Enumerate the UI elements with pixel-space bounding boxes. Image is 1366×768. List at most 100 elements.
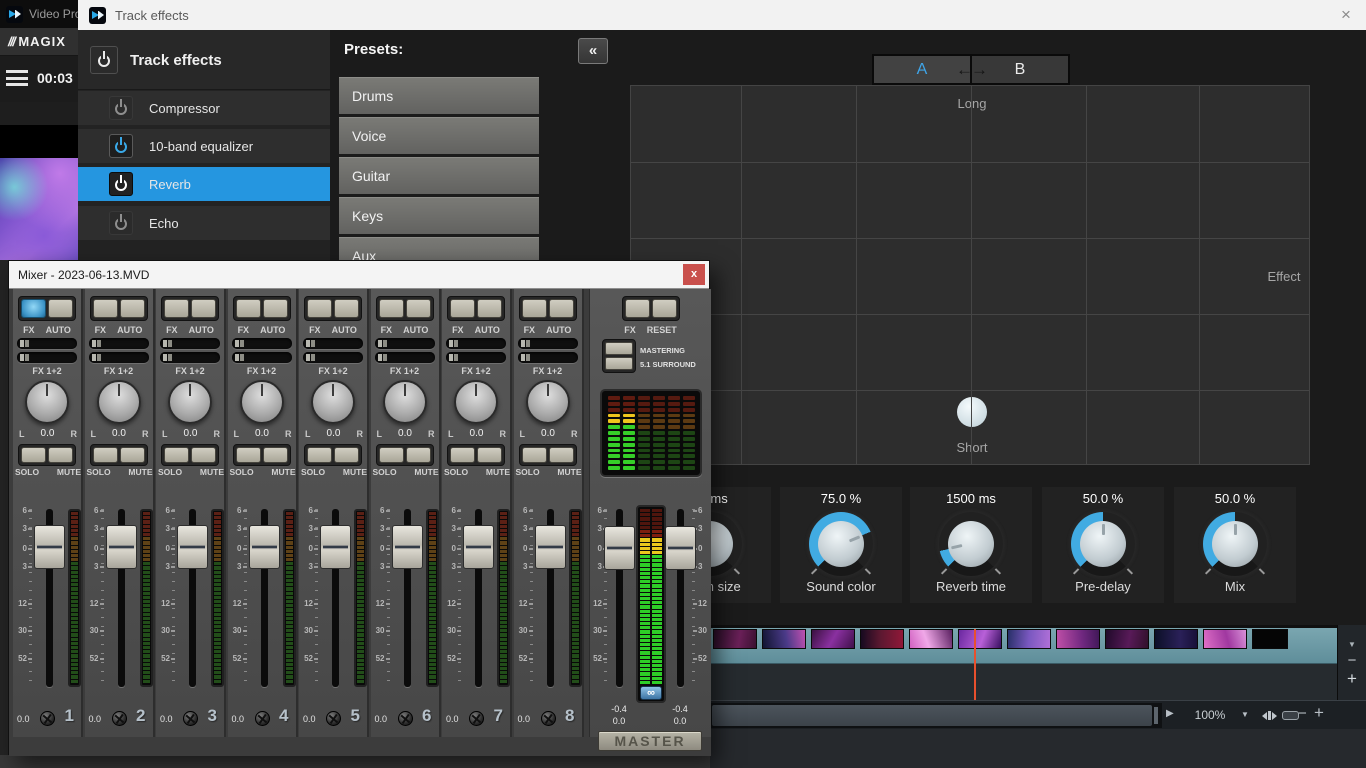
pan-knob[interactable]: [383, 380, 427, 424]
mute-button[interactable]: [120, 447, 145, 463]
master-label-button[interactable]: MASTER: [598, 731, 702, 751]
pan-knob[interactable]: [168, 380, 212, 424]
mute-button[interactable]: [477, 447, 502, 463]
knob-pre-delay[interactable]: [1066, 507, 1140, 581]
fx-send-slider-1[interactable]: [17, 338, 77, 349]
track-collapse-icon[interactable]: ▼: [1348, 640, 1356, 649]
solo-button[interactable]: [21, 447, 46, 463]
volume-fader[interactable]: [535, 525, 566, 569]
power-icon[interactable]: [109, 172, 133, 196]
auto-button[interactable]: [191, 299, 216, 318]
pan-knob[interactable]: [25, 380, 69, 424]
knob-reverb-time[interactable]: [934, 507, 1008, 581]
mixer-titlebar[interactable]: Mixer - 2023-06-13.MVD x: [9, 261, 709, 289]
effect-item-reverb[interactable]: Reverb: [78, 167, 330, 201]
zoom-level[interactable]: 100%: [1185, 708, 1235, 722]
fit-horizontal-icon[interactable]: [1262, 711, 1277, 720]
power-icon[interactable]: [109, 96, 133, 120]
scroll-right-icon[interactable]: ▶: [1166, 708, 1174, 719]
preset-voice[interactable]: Voice: [339, 117, 539, 154]
solo-button[interactable]: [379, 447, 404, 463]
fx-button[interactable]: [93, 299, 118, 318]
volume-fader[interactable]: [34, 525, 65, 569]
pan-knob[interactable]: [454, 380, 498, 424]
power-icon[interactable]: [109, 211, 133, 235]
volume-fader[interactable]: [249, 525, 280, 569]
reset-button[interactable]: [652, 299, 677, 318]
reverb-field-marker[interactable]: [957, 397, 987, 427]
volume-fader[interactable]: [463, 525, 494, 569]
volume-fader[interactable]: [177, 525, 208, 569]
mute-button[interactable]: [263, 447, 288, 463]
auto-button[interactable]: [120, 299, 145, 318]
reverb-field[interactable]: Long Effect Short: [630, 85, 1310, 465]
pan-knob[interactable]: [97, 380, 141, 424]
zoom-dropdown-icon[interactable]: ▼: [1241, 710, 1249, 719]
fx-send-slider-1[interactable]: [518, 338, 578, 349]
fx-send-slider-2[interactable]: [518, 352, 578, 363]
effect-item-10-band-equalizer[interactable]: 10-band equalizer: [78, 129, 330, 163]
pan-knob[interactable]: [311, 380, 355, 424]
volume-fader[interactable]: [320, 525, 351, 569]
auto-button[interactable]: [334, 299, 359, 318]
pan-knob[interactable]: [526, 380, 570, 424]
zoom-range-icon[interactable]: [1282, 711, 1299, 720]
solo-button[interactable]: [164, 447, 189, 463]
mute-button[interactable]: [334, 447, 359, 463]
mute-button[interactable]: [191, 447, 216, 463]
auto-button[interactable]: [48, 299, 73, 318]
fx-send-slider-1[interactable]: [232, 338, 292, 349]
knob-sound-color[interactable]: [804, 507, 878, 581]
fx-send-slider-2[interactable]: [89, 352, 149, 363]
fx-send-slider-1[interactable]: [446, 338, 506, 349]
zoom-out-icon[interactable]: −: [1298, 705, 1307, 722]
volume-fader[interactable]: [392, 525, 423, 569]
track-shrink-icon[interactable]: −: [1348, 655, 1357, 667]
solo-button[interactable]: [307, 447, 332, 463]
zoom-in-icon[interactable]: +: [1314, 703, 1324, 723]
mute-button[interactable]: [406, 447, 431, 463]
collapse-panel-button[interactable]: «: [578, 38, 608, 64]
auto-button[interactable]: [406, 299, 431, 318]
fx-button[interactable]: [625, 299, 650, 318]
power-icon[interactable]: [109, 134, 133, 158]
mute-button[interactable]: [549, 447, 574, 463]
fx-button[interactable]: [21, 299, 46, 318]
volume-fader[interactable]: [106, 525, 137, 569]
fx-button[interactable]: [450, 299, 475, 318]
fx-button[interactable]: [236, 299, 261, 318]
fx-send-slider-2[interactable]: [446, 352, 506, 363]
power-icon[interactable]: [90, 46, 118, 74]
auto-button[interactable]: [477, 299, 502, 318]
track-effects-titlebar[interactable]: Track effects ×: [78, 0, 1366, 30]
fx-send-slider-1[interactable]: [303, 338, 363, 349]
surround-button[interactable]: [605, 357, 633, 370]
solo-button[interactable]: [236, 447, 261, 463]
auto-button[interactable]: [549, 299, 574, 318]
fx-send-slider-1[interactable]: [160, 338, 220, 349]
auto-button[interactable]: [263, 299, 288, 318]
track-grow-icon[interactable]: +: [1347, 671, 1357, 686]
fx-button[interactable]: [164, 299, 189, 318]
stereo-link-icon[interactable]: ∞: [640, 686, 662, 700]
knob-mix[interactable]: [1198, 507, 1272, 581]
fx-send-slider-2[interactable]: [303, 352, 363, 363]
solo-button[interactable]: [93, 447, 118, 463]
timeline-video-track[interactable]: [710, 628, 1337, 664]
fx-send-slider-1[interactable]: [375, 338, 435, 349]
fx-button[interactable]: [522, 299, 547, 318]
pan-knob[interactable]: [240, 380, 284, 424]
effect-item-echo[interactable]: Echo: [78, 206, 330, 240]
fx-send-slider-2[interactable]: [232, 352, 292, 363]
timeline-hscrollbar[interactable]: [710, 703, 1162, 728]
hamburger-menu-icon[interactable]: [6, 70, 28, 86]
fx-send-slider-2[interactable]: [17, 352, 77, 363]
master-volume-fader-right[interactable]: [665, 526, 696, 570]
timeline-hscroll-thumb[interactable]: [712, 705, 1152, 726]
fx-button[interactable]: [379, 299, 404, 318]
fx-send-slider-1[interactable]: [89, 338, 149, 349]
mastering-button[interactable]: [605, 342, 633, 355]
effect-item-compressor[interactable]: Compressor: [78, 91, 330, 125]
mute-button[interactable]: [48, 447, 73, 463]
fx-button[interactable]: [307, 299, 332, 318]
